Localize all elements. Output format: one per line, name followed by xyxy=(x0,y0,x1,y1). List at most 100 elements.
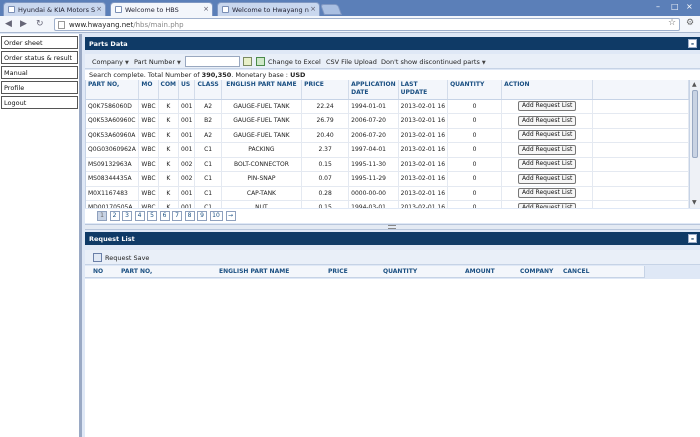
browser-tab-bar: Hyundai & KIA Motors S × Welcome to HBS … xyxy=(0,0,700,16)
req-col-amount[interactable]: AMOUNT xyxy=(465,268,495,275)
left-nav: Order sheet Order status & result Manual… xyxy=(0,34,82,437)
pager-page-6[interactable]: 6 xyxy=(159,211,170,221)
reload-icon[interactable]: ↻ xyxy=(36,19,44,29)
csv-upload-button[interactable]: CSV File Upload xyxy=(326,58,377,66)
table-row[interactable]: Q0K53A60960C WBC K 001 B2 GAUGE-FUEL TANK 26.7… xyxy=(86,113,689,129)
table-row[interactable]: MS08344435A WBC K 002 C1 PIN-SNAP 0.07 1995-11-… xyxy=(86,171,689,187)
close-icon[interactable]: × xyxy=(96,5,102,13)
add-request-list-button[interactable]: Add Request List xyxy=(518,159,577,170)
pager-page-3[interactable]: 3 xyxy=(122,211,132,221)
table-row[interactable]: MS09132963A WBC K 002 C1 BOLT-CONNECTOR 0.15 19… xyxy=(86,157,689,172)
caret-down-icon: ▼ xyxy=(481,60,486,66)
search-icon[interactable] xyxy=(243,57,252,66)
pager-page-4[interactable]: 4 xyxy=(134,211,145,221)
cell-part: MS09132963A xyxy=(86,157,140,172)
table-row[interactable]: Q0G03060962A WBC K 001 C1 PACKING 2.37 1997-04-… xyxy=(86,142,689,158)
pager-page-10[interactable]: 10 xyxy=(209,211,223,221)
col-last-update[interactable]: LAST UPDATE xyxy=(398,80,449,100)
cell-upd: 2013-02-01 16 xyxy=(398,186,449,201)
change-to-excel-button[interactable]: Change to Excel xyxy=(268,58,321,66)
minimize-window-icon[interactable]: – xyxy=(656,2,660,11)
save-icon[interactable] xyxy=(93,253,102,262)
close-icon[interactable]: × xyxy=(203,5,209,13)
col-price[interactable]: PRICE xyxy=(301,80,350,100)
back-arrow-icon[interactable]: ◀ xyxy=(5,19,12,29)
col-english-name[interactable]: ENGLISH PART NAME xyxy=(221,80,303,100)
bookmark-star-icon[interactable]: ☆ xyxy=(668,18,676,28)
company-dropdown[interactable]: Company ▼ xyxy=(92,58,129,66)
req-col-no[interactable]: NO xyxy=(93,268,103,275)
req-col-part-no[interactable]: PART NO, xyxy=(121,268,152,275)
url-input[interactable]: www.hwayang.net/hbs/main.php xyxy=(54,18,680,31)
discontinued-filter-dropdown[interactable]: Don't show discontinued parts ▼ xyxy=(381,58,486,66)
browser-tab-hwayang[interactable]: Welcome to Hwayang n × xyxy=(217,2,320,16)
table-row[interactable]: MD00170505A WBC K 001 C1 NUT 0.15 1994-03-01 201… xyxy=(86,200,689,208)
excel-icon[interactable] xyxy=(256,57,265,66)
add-request-list-button[interactable]: Add Request List xyxy=(518,173,577,184)
nav-manual[interactable]: Manual xyxy=(1,66,78,79)
browser-address-bar: ◀ ▶ ↻ www.hwayang.net/hbs/main.php xyxy=(0,16,700,33)
table-row[interactable]: Q0K53A60960A WBC K 001 A2 GAUGE-FUEL TANK 20.4… xyxy=(86,128,689,143)
add-request-list-button[interactable]: Add Request List xyxy=(518,188,577,199)
collapse-icon[interactable]: - xyxy=(688,234,697,243)
request-panel-header: Request List - xyxy=(85,232,700,245)
col-class[interactable]: CLASS xyxy=(194,80,222,100)
add-request-list-button[interactable]: Add Request List xyxy=(518,130,577,141)
close-window-icon[interactable]: × xyxy=(686,2,693,11)
pager-page-8[interactable]: 8 xyxy=(184,211,195,221)
req-col-quantity[interactable]: QUANTITY xyxy=(383,268,417,275)
request-save-button[interactable]: Request Save xyxy=(105,254,149,262)
pager-page-1[interactable]: 1 xyxy=(97,211,107,221)
collapse-icon[interactable]: - xyxy=(688,39,697,48)
pager-page-2[interactable]: 2 xyxy=(109,211,120,221)
pager-page-9[interactable]: 9 xyxy=(197,211,207,221)
req-col-company[interactable]: COMPANY xyxy=(520,268,553,275)
scroll-down-icon[interactable]: ▼ xyxy=(692,199,697,206)
browser-tab-hbs[interactable]: Welcome to HBS × xyxy=(110,2,213,16)
col-quantity[interactable]: QUANTITY xyxy=(447,80,503,100)
cell-price: 0.15 xyxy=(301,157,350,172)
cell-mo: WBC xyxy=(138,171,159,187)
req-col-cancel[interactable]: CANCEL xyxy=(563,268,589,275)
pager-next-button[interactable]: → xyxy=(225,211,236,221)
nav-order-status[interactable]: Order status & result xyxy=(1,51,78,64)
nav-order-sheet[interactable]: Order sheet xyxy=(1,36,78,49)
new-tab-button[interactable] xyxy=(319,4,343,15)
part-number-dropdown[interactable]: Part Number ▼ xyxy=(134,58,181,66)
req-col-price[interactable]: PRICE xyxy=(328,268,348,275)
table-row[interactable]: Q0K7586060D WBC K 001 A2 GAUGE-FUEL TANK 22.24… xyxy=(86,99,689,114)
wrench-icon[interactable]: ⚙ xyxy=(686,18,694,28)
add-request-list-button[interactable]: Add Request List xyxy=(518,202,577,208)
panel-splitter[interactable] xyxy=(85,224,700,230)
scroll-up-icon[interactable]: ▲ xyxy=(692,81,697,88)
add-request-list-button[interactable]: Add Request List xyxy=(518,144,577,155)
nav-profile[interactable]: Profile xyxy=(1,81,78,94)
cell-price: 0.07 xyxy=(301,171,350,187)
pager-page-5[interactable]: 5 xyxy=(147,211,157,221)
grid-scrollbar[interactable]: ▲ ▼ xyxy=(689,80,700,208)
col-us[interactable]: US xyxy=(178,80,196,100)
add-request-list-button[interactable]: Add Request List xyxy=(518,101,577,112)
close-icon[interactable]: × xyxy=(310,5,316,13)
col-com[interactable]: COM xyxy=(158,80,180,100)
cell-app: 1997-04-01 xyxy=(348,142,399,158)
pager-page-7[interactable]: 7 xyxy=(172,211,182,221)
cell-action: Add Request List xyxy=(501,171,594,187)
maximize-window-icon[interactable]: □ xyxy=(671,2,679,11)
part-number-input[interactable] xyxy=(185,56,240,67)
forward-arrow-icon[interactable]: ▶ xyxy=(20,19,27,29)
table-row[interactable]: M0X1167483 WBC K 001 C1 CAP-TANK 0.28 0000-00-0… xyxy=(86,186,689,201)
request-grid-header: NO PART NO, ENGLISH PART NAME PRICE QUAN… xyxy=(85,266,645,278)
cell-cls: C1 xyxy=(194,200,222,208)
col-part-no[interactable]: PART NO, xyxy=(86,80,140,100)
col-mo[interactable]: MO xyxy=(138,80,159,100)
col-action[interactable]: ACTION xyxy=(501,80,594,100)
scroll-thumb[interactable] xyxy=(692,90,698,158)
cell-upd: 2013-02-01 16 xyxy=(398,113,449,129)
nav-logout[interactable]: Logout xyxy=(1,96,78,109)
parts-grid: PART NO, MO COM US CLASS ENGLISH PART NA… xyxy=(85,80,689,208)
browser-tab-hyundai[interactable]: Hyundai & KIA Motors S × xyxy=(3,2,106,16)
add-request-list-button[interactable]: Add Request List xyxy=(518,115,577,126)
req-col-english-name[interactable]: ENGLISH PART NAME xyxy=(219,268,289,275)
col-application-date[interactable]: APPLICATION DATE xyxy=(348,80,399,100)
